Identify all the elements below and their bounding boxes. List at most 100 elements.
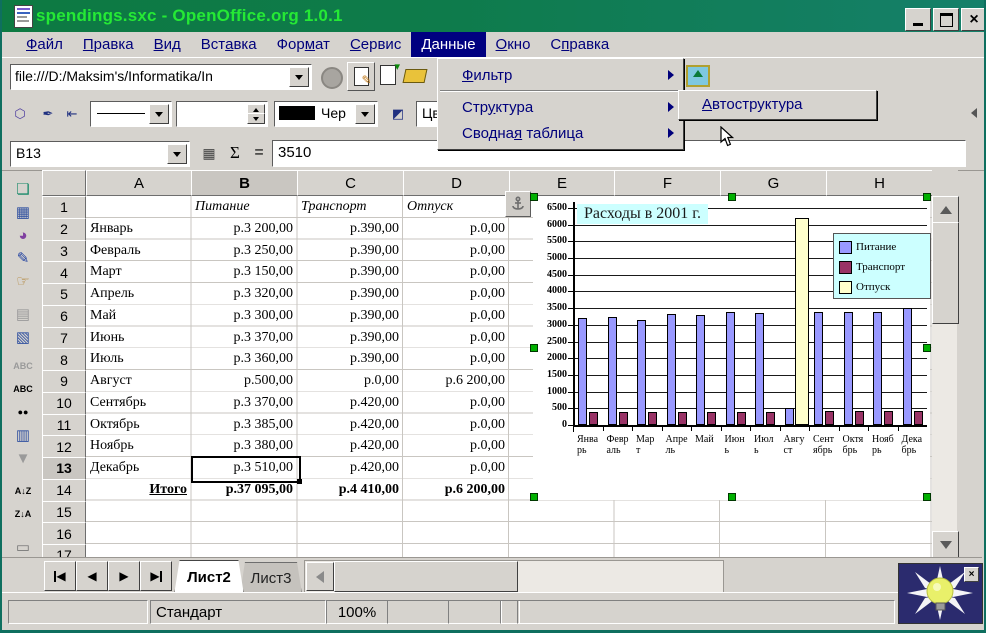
cell-C11[interactable]: р.420,00 <box>297 414 403 436</box>
cell-C12[interactable]: р.420,00 <box>297 435 403 457</box>
form-functions-icon[interactable]: ☞ <box>10 270 36 292</box>
column-header-B[interactable]: B <box>191 170 298 196</box>
select-all-corner[interactable] <box>42 170 86 196</box>
cell-C8[interactable]: р.390,00 <box>297 348 403 370</box>
line-style-dropdown-arrow[interactable] <box>149 104 169 124</box>
cell-A8[interactable]: Июль <box>86 348 191 370</box>
cell-B10[interactable]: р.3 370,00 <box>191 392 297 414</box>
hscroll-thumb[interactable] <box>334 561 518 592</box>
cell-D3[interactable]: р.0,00 <box>403 240 509 262</box>
column-header-G[interactable]: G <box>720 170 827 196</box>
autotext-icon[interactable]: ▤ <box>10 303 36 325</box>
last-sheet-button[interactable]: ▶ <box>140 561 172 591</box>
column-header-D[interactable]: D <box>403 170 510 196</box>
column-header-C[interactable]: C <box>297 170 404 196</box>
selection-handle[interactable] <box>530 344 538 352</box>
selection-handle[interactable] <box>530 493 538 501</box>
menu-edit[interactable]: Правка <box>73 32 144 57</box>
line-style-combobox[interactable] <box>90 101 172 127</box>
column-header-F[interactable]: F <box>614 170 721 196</box>
name-box[interactable]: B13 <box>10 141 190 167</box>
spin-down-arrow[interactable] <box>247 113 265 124</box>
toolbar-scroll-left-icon[interactable] <box>966 104 982 122</box>
cell-C5[interactable]: р.390,00 <box>297 283 403 305</box>
column-header-A[interactable]: A <box>86 170 192 196</box>
first-sheet-button[interactable]: ◀ <box>44 561 76 591</box>
insert-icon[interactable]: ❏ <box>10 178 36 200</box>
cell-C7[interactable]: р.390,00 <box>297 327 403 349</box>
url-text[interactable]: file:///D:/Maksim's/Informatika/In <box>15 68 283 84</box>
cell-B4[interactable]: р.3 150,00 <box>191 261 297 283</box>
cell-C14[interactable]: р.4 410,00 <box>297 479 403 501</box>
name-box-dropdown-arrow[interactable] <box>167 144 187 164</box>
menu-item-filter[interactable]: Фильтр <box>439 62 682 88</box>
sort-descending-icon[interactable]: Z↓A <box>10 503 36 525</box>
row-header-2[interactable]: 2 <box>42 218 86 241</box>
hscroll-left-arrow[interactable] <box>306 562 334 591</box>
scroll-up-arrow[interactable] <box>932 196 959 224</box>
menu-window[interactable]: Окно <box>486 32 541 57</box>
cell-B1[interactable]: Питание <box>191 196 297 218</box>
tab-sheet3[interactable]: Лист3 <box>240 562 302 594</box>
cell-D8[interactable]: р.0,00 <box>403 348 509 370</box>
row-header-5[interactable]: 5 <box>42 283 86 306</box>
cell-D7[interactable]: р.0,00 <box>403 327 509 349</box>
cell-C3[interactable]: р.390,00 <box>297 240 403 262</box>
menu-tools[interactable]: Сервис <box>340 32 411 57</box>
selection-handle[interactable] <box>530 193 538 201</box>
selection-handle[interactable] <box>923 344 931 352</box>
next-sheet-button[interactable]: ▶ <box>108 561 140 591</box>
cell-C2[interactable]: р.390,00 <box>297 218 403 240</box>
cell-B8[interactable]: р.3 360,00 <box>191 348 297 370</box>
row-header-9[interactable]: 9 <box>42 370 86 393</box>
cell-D6[interactable]: р.0,00 <box>403 305 509 327</box>
cell-C9[interactable]: р.0,00 <box>297 370 403 392</box>
function-wizard-icon[interactable]: ▦ <box>198 145 220 161</box>
spreadsheet-grid[interactable]: ABCDEFGH1234567891011121314151617 Питани… <box>42 170 932 557</box>
row-header-1[interactable]: 1 <box>42 196 86 219</box>
cell-A7[interactable]: Июнь <box>86 327 191 349</box>
autofilter-icon[interactable]: ▼ <box>10 447 36 469</box>
cell-C13[interactable]: р.420,00 <box>297 457 403 479</box>
insert-rows-icon[interactable]: ▭ <box>10 536 36 558</box>
row-header-6[interactable]: 6 <box>42 305 86 328</box>
cell-B11[interactable]: р.3 385,00 <box>191 414 297 436</box>
insert-object-icon[interactable]: ◕ <box>10 224 36 246</box>
menu-view[interactable]: Вид <box>144 32 191 57</box>
area-fill-icon[interactable]: ◩ <box>386 102 410 126</box>
cell-B5[interactable]: р.3 320,00 <box>191 283 297 305</box>
cell-A2[interactable]: Январь <box>86 218 191 240</box>
cell-A14[interactable]: Итого <box>86 479 191 501</box>
cell-D14[interactable]: р.6 200,00 <box>403 479 509 501</box>
cell-C6[interactable]: р.390,00 <box>297 305 403 327</box>
menu-file[interactable]: Файл <box>16 32 73 57</box>
cell-D1[interactable]: Отпуск <box>403 196 509 218</box>
help-agent[interactable]: × <box>898 563 983 624</box>
vertical-scrollbar[interactable] <box>932 170 958 557</box>
selection-handle[interactable] <box>728 193 736 201</box>
draw-functions-icon[interactable]: ✎ <box>10 247 36 269</box>
cell-A9[interactable]: Август <box>86 370 191 392</box>
menu-item-outline[interactable]: Структура <box>439 94 682 120</box>
row-header-10[interactable]: 10 <box>42 392 86 415</box>
data-sources-icon[interactable]: ▥ <box>10 424 36 446</box>
spellcheck-icon[interactable]: ABC <box>10 355 36 377</box>
sum-icon[interactable]: Σ <box>226 142 244 164</box>
status-zoom[interactable]: 100% <box>326 600 388 624</box>
menu-item-pivot-table[interactable]: Сводная таблица <box>439 120 682 146</box>
maximize-button[interactable] <box>933 8 959 31</box>
column-header-H[interactable]: H <box>826 170 932 196</box>
edit-points-icon[interactable]: ⬡ <box>8 102 32 126</box>
navigator-icon[interactable]: ▧ <box>10 326 36 348</box>
cell-A10[interactable]: Сентябрь <box>86 392 191 414</box>
row-header-4[interactable]: 4 <box>42 261 86 284</box>
cell-D10[interactable]: р.0,00 <box>403 392 509 414</box>
selection-handle[interactable] <box>923 493 931 501</box>
cell-D2[interactable]: р.0,00 <box>403 218 509 240</box>
sort-ascending-icon[interactable]: A↓Z <box>10 480 36 502</box>
chart-object[interactable]: 0500100015002000250030003500400045005000… <box>533 196 930 500</box>
row-header-11[interactable]: 11 <box>42 414 86 437</box>
menu-item-autooutline[interactable]: Автоструктура <box>679 91 876 117</box>
cell-B2[interactable]: р.3 200,00 <box>191 218 297 240</box>
gallery-icon[interactable] <box>686 65 710 87</box>
